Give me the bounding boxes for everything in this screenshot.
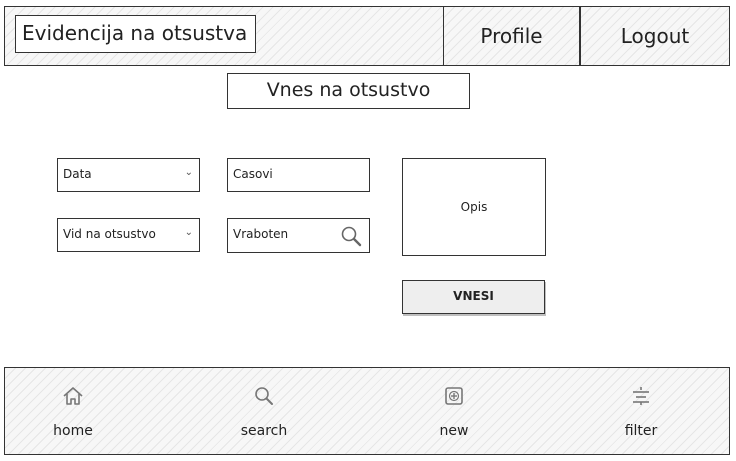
chevron-down-icon: ⌄ xyxy=(184,227,193,238)
vid-select-value: Vid na otsustvo xyxy=(63,227,156,241)
nav-new[interactable]: new xyxy=(409,378,499,442)
data-select-value: Data xyxy=(63,167,92,181)
logout-button[interactable]: Logout xyxy=(580,6,730,66)
app-title: Evidencija na otsustva xyxy=(15,15,256,53)
data-select[interactable]: Data ⌄ xyxy=(57,158,200,192)
vraboten-search-input[interactable]: Vraboten xyxy=(227,218,370,253)
opis-textarea[interactable]: Opis xyxy=(402,158,546,256)
nav-filter-label: filter xyxy=(624,423,658,439)
casovi-input[interactable]: Casovi xyxy=(227,158,370,192)
chevron-down-icon: ⌄ xyxy=(184,167,193,178)
nav-home-label: home xyxy=(53,423,93,439)
nav-filter[interactable]: filter xyxy=(596,378,686,442)
vnesi-button[interactable]: VNESI xyxy=(402,280,545,314)
profile-button[interactable]: Profile xyxy=(443,6,580,66)
nav-home[interactable]: home xyxy=(28,378,118,442)
casovi-placeholder: Casovi xyxy=(233,167,273,181)
filter-icon xyxy=(633,387,649,405)
nav-new-label: new xyxy=(439,423,469,439)
nav-search-label: search xyxy=(240,423,288,439)
search-icon xyxy=(255,387,273,405)
nav-search[interactable]: search xyxy=(219,378,309,442)
vid-select[interactable]: Vid na otsustvo ⌄ xyxy=(57,218,200,252)
search-icon[interactable] xyxy=(339,224,363,248)
home-icon xyxy=(63,387,83,405)
form-title: Vnes na otsustvo xyxy=(227,73,470,109)
vraboten-placeholder: Vraboten xyxy=(233,227,289,241)
plus-square-icon xyxy=(445,387,463,405)
